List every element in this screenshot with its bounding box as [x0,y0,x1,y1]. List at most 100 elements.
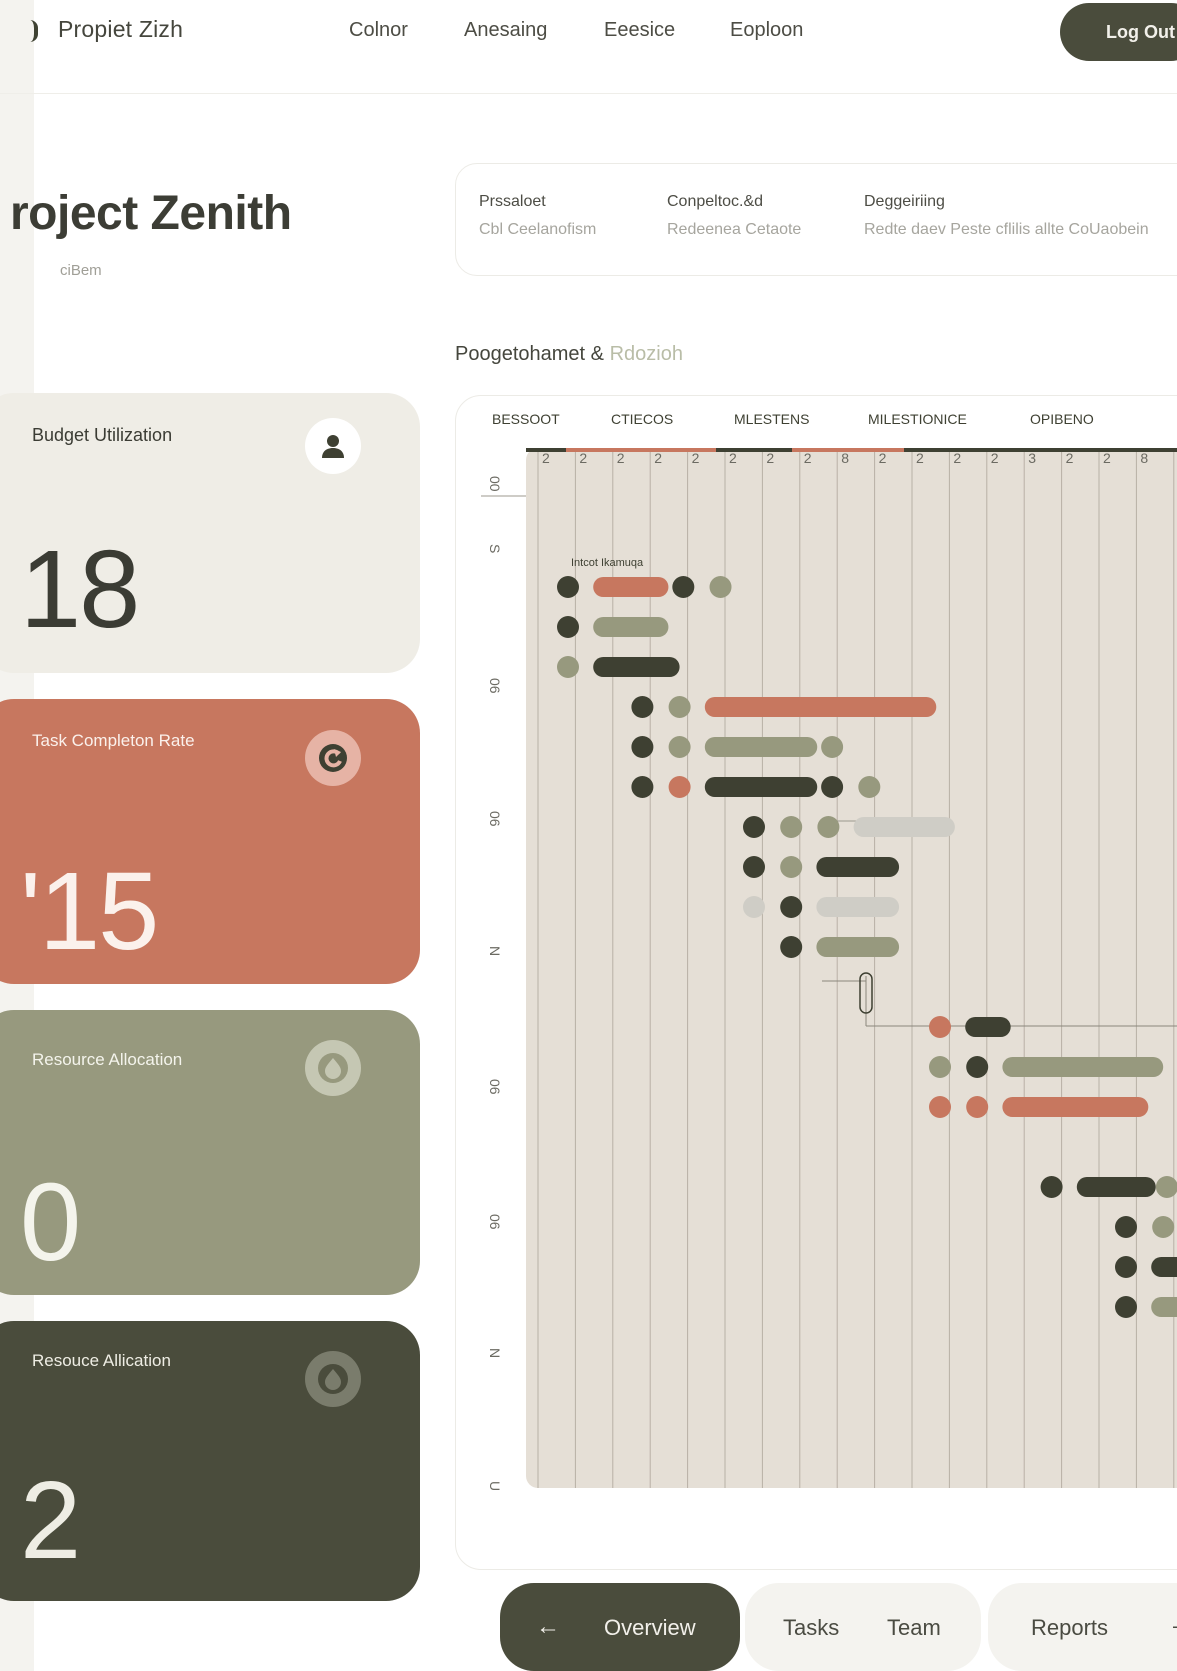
info-label: Prssaloet [479,193,546,210]
card-label: Task Completon Rate [32,731,195,750]
gantt-task-bar [593,657,680,677]
person-icon [305,418,361,474]
gantt-scale-label: 2 [654,450,662,466]
nav-item-4[interactable]: Eoploon [730,19,803,42]
gantt-scale-label: 2 [879,450,887,466]
gantt-task-bar [816,897,900,917]
gantt-task-bar [1151,1257,1177,1277]
gantt-row-label: 06 [487,1214,503,1230]
gantt-task-bar [1002,1057,1164,1077]
gantt-milestone-dot [966,1056,989,1078]
gantt-milestone-dot [557,576,579,598]
gantt-milestone-dot [743,856,765,878]
info-value: Cbl Ceelanofism [479,221,597,238]
card-label: Resouce Allication [32,1351,171,1370]
gantt-milestone-dot [780,896,803,918]
gantt-milestone-dot [557,616,579,638]
card-value: 0 [20,1161,81,1284]
card-value: '15 [20,850,159,973]
gantt-milestone-dot [929,1056,951,1078]
nav-item-2[interactable]: Anesaing [464,19,547,42]
gantt-milestone-dot [817,816,840,838]
gantt-row-label: 06 [487,811,503,827]
gantt-row-label: 00 [487,476,503,492]
tab-tasks[interactable]: Tasks [783,1615,839,1641]
gantt-milestone-dot [780,856,803,878]
gantt-milestone-dot [672,576,695,598]
gantt-task-bar [816,857,900,877]
more-icon: – [1173,1613,1177,1639]
gantt-milestone-dot [780,816,803,838]
chart-heading-accent: Rdozioh [609,343,683,365]
gantt-row-label: N [487,1348,503,1358]
gantt-task-bar [853,817,955,837]
log-out-button[interactable]: Log Out [1060,3,1177,61]
budget-utilization-card[interactable]: Budget Utilization 18 [0,393,420,673]
info-label: Conpeltoc.&d [667,193,764,210]
gantt-milestone-dot [1115,1256,1137,1278]
gantt-milestone-dot [1040,1176,1063,1198]
gantt-scale-label: 2 [991,450,999,466]
gantt-task-bar [704,697,937,717]
info-item: Deggeiriing Redte daev Peste cflilis all… [864,193,1149,239]
gantt-milestone-dot [780,936,803,958]
gantt-task-bar [1076,1177,1156,1197]
project-info-strip: Prssaloet Cbl Ceelanofism Conpeltoc.&d R… [455,163,1177,276]
task-completion-card[interactable]: Task Completon Rate '15 [0,699,420,984]
gantt-row-label: U [487,1481,503,1491]
gantt-milestone-dot [821,776,844,798]
gantt-column-header: MLESTENS [734,411,809,427]
info-value: Redeenea Cetaote [667,221,802,238]
nav-item-1[interactable]: Colnor [349,19,408,42]
gantt-milestone-dot [929,1096,951,1118]
info-item: Conpeltoc.&d Redeenea Cetaote [667,193,801,239]
resource-allocation-card-2[interactable]: Resouce Allication 2 [0,1321,420,1601]
gantt-scale-label: 2 [804,450,812,466]
gantt-milestone-dot [709,576,732,598]
gantt-column-header: MILESTIONICE [868,411,967,427]
gantt-milestone-dot [631,696,654,718]
card-value: 18 [20,528,140,651]
gantt-column-header: BESSOOT [492,411,560,427]
gantt-task-bar [704,737,818,757]
gantt-milestone-dot [966,1096,989,1118]
chart-heading-main: Poogetohamet & [455,343,610,365]
gantt-scale-label: 2 [729,450,737,466]
gantt-milestone-dot [929,1016,951,1038]
resource-allocation-card[interactable]: Resource Allocation 0 [0,1010,420,1295]
gantt-milestone-dot [668,736,691,758]
gantt-scale-label: 2 [953,450,961,466]
drop-icon [305,1040,361,1096]
gantt-milestone-dot [1115,1296,1137,1318]
tab-label: Overview [604,1615,696,1640]
top-bar: Propiet Zizh Colnor Anesaing Eeesice Eop… [0,0,1177,94]
gantt-task-bar [965,1017,1011,1037]
gantt-task-bar [593,617,669,637]
info-item: Prssaloet Cbl Ceelanofism [479,193,596,239]
gantt-milestone-dot [668,776,691,798]
nav-item-3[interactable]: Eeesice [604,19,675,42]
gantt-task-bar [816,937,900,957]
gantt-task-label: Intcot Ikamuqa [571,557,644,569]
gantt-svg: BESSOOT CTIECOS MLESTENS MILESTIONICE OPIBEN… [481,411,1177,1491]
gantt-milestone-dot [631,736,654,758]
gantt-milestone-dot [743,816,765,838]
info-value: Redte daev Peste cflilis allte CoUaobein [864,221,1149,238]
gantt-scale-label: 2 [766,450,774,466]
refresh-icon [305,730,361,786]
brand-name[interactable]: Propiet Zizh [58,16,183,43]
tab-group: Tasks Team [745,1583,981,1671]
gantt-scale-label: 8 [841,450,849,466]
gantt-row-label: S [487,544,503,553]
tab-reports[interactable]: Reports – [988,1583,1177,1671]
tab-overview[interactable]: ← Overview [500,1583,740,1671]
gantt-task-bar [704,777,818,797]
info-label: Deggeiriing [864,193,945,210]
tab-team[interactable]: Team [887,1615,941,1641]
gantt-row-label: 06 [487,678,503,694]
gantt-milestone-dot [858,776,881,798]
gantt-milestone-dot [1152,1216,1175,1238]
card-value: 2 [20,1459,81,1582]
gantt-scale-label: 2 [692,450,700,466]
brand-logo-icon [30,20,38,42]
